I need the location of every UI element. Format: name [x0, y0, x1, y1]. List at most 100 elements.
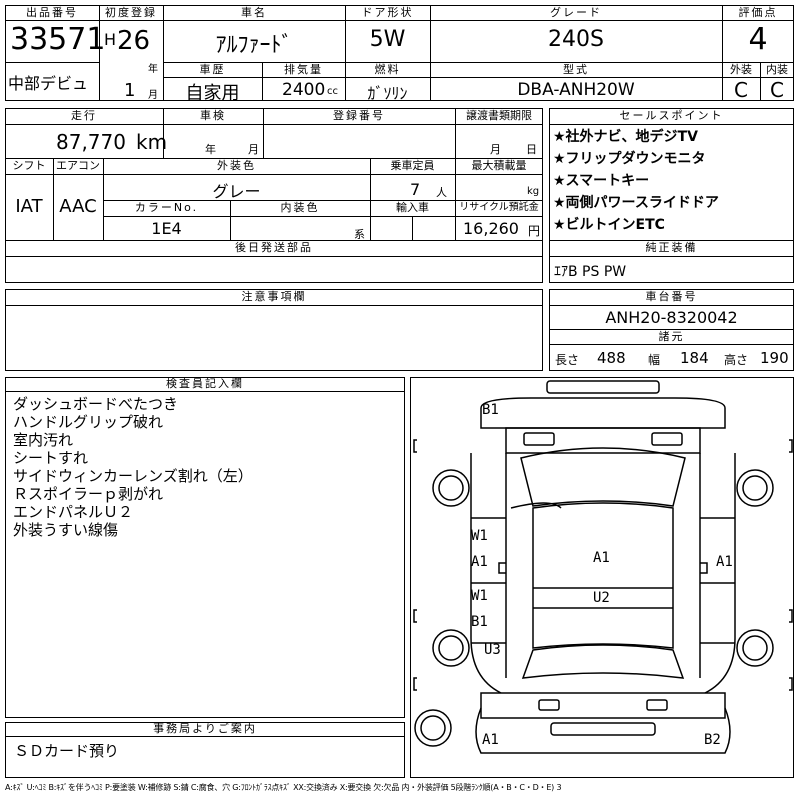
office-label: 事務局よりご案内	[153, 722, 257, 735]
max-load-unit: kg	[527, 186, 540, 197]
fuel-label: 燃料	[374, 63, 401, 76]
damage-label: U2	[593, 590, 610, 606]
inspection-month-unit: 月	[248, 143, 259, 156]
notes-label: 注意事項欄	[241, 290, 307, 303]
transfer-day-unit: 日	[526, 143, 537, 156]
recycle-label: リサイクル預託金	[459, 202, 539, 213]
inspector-note: 外装うすい線傷	[13, 521, 119, 539]
chassis-number-label: 車台番号	[645, 290, 698, 303]
inspector-note: サイドウィンカーレンズ割れ（左）	[13, 467, 253, 485]
exterior-color: グレー	[212, 182, 261, 201]
car-outline	[413, 380, 793, 754]
registration-year: 26	[117, 26, 151, 56]
model-label: 型式	[563, 63, 589, 76]
transfer-deadline-label: 譲渡書類期限	[466, 109, 532, 122]
damage-label: B2	[704, 732, 721, 748]
displacement: 2400	[282, 80, 326, 100]
spec-label: 諸元	[658, 330, 685, 343]
selling-point: ★スマートキー	[553, 173, 650, 189]
color-number: 1E4	[151, 219, 182, 238]
width-label: 幅	[648, 353, 661, 367]
recycle-unit: 円	[528, 224, 541, 238]
exterior-color-label: 外装色	[217, 159, 256, 172]
lot-number: 33571	[10, 22, 106, 57]
damage-diagram: B1 W1 A1 A1 A1 W1 U2 B1 U3 A1 B2	[410, 377, 794, 778]
ac-label: エアコン	[56, 159, 100, 172]
exterior-grade: C	[734, 78, 748, 102]
score-label: 評価点	[738, 6, 778, 19]
selling-point: ★フリップダウンモニタ	[553, 151, 706, 167]
import-label: 輸入車	[396, 201, 429, 214]
model-code: DBA-ANH20W	[517, 80, 635, 100]
registration-month: 1	[124, 80, 136, 101]
registration-number-label: 登録番号	[333, 109, 385, 122]
displacement-unit: cc	[327, 86, 338, 97]
legend: A:ｷｽﾞ U:ﾍｺﾐ B:ｷｽﾞを伴うﾍｺﾐ P:要塗装 W:補修跡 S:錆 …	[5, 783, 562, 792]
damage-label: B1	[482, 402, 499, 418]
inspector-label: 検査員記入欄	[166, 377, 244, 390]
inspector-note: ハンドルグリップ破れ	[13, 413, 164, 431]
shift-label: シフト	[12, 159, 46, 172]
inspector-note: エンドパネルＵ２	[13, 503, 134, 521]
later-parts-label: 後日発送部品	[235, 241, 313, 254]
inspector-note: 室内汚れ	[13, 431, 74, 449]
exterior-label: 外装	[730, 63, 752, 76]
era: H	[104, 30, 117, 49]
height: 190	[760, 349, 789, 367]
interior-grade: C	[770, 78, 784, 102]
length-label: 長さ	[555, 353, 580, 367]
mileage: 87,770	[56, 130, 126, 154]
selling-points-label: セールスポイント	[619, 109, 724, 122]
max-load-label: 最大積載量	[471, 159, 527, 172]
damage-label: A1	[471, 554, 488, 570]
door-type: 5W	[369, 27, 406, 52]
car-name: ｱﾙﾌｧｰﾄﾞ	[215, 33, 293, 58]
score: 4	[748, 22, 768, 57]
damage-label: U3	[484, 642, 501, 658]
selling-point: ★社外ナビ、地デジTV	[553, 129, 698, 145]
damage-label: A1	[482, 732, 499, 748]
damage-label: A1	[593, 550, 610, 566]
recycle-fee: 16,260	[463, 219, 519, 238]
inspector-note: Ｒスポイラーｐ剥がれ	[13, 485, 164, 503]
displacement-label: 排気量	[284, 63, 323, 76]
air-conditioner: AAC	[59, 196, 97, 217]
width: 184	[680, 349, 709, 367]
selling-point: ★ビルトインETC	[553, 217, 665, 233]
fuel: ｶﾞｿﾘﾝ	[367, 84, 408, 103]
history: 自家用	[185, 83, 240, 104]
inspection-label: 車検	[200, 109, 226, 122]
debut-region: 中部デビュ	[8, 74, 89, 93]
history-label: 車歴	[199, 63, 226, 76]
month-unit: 月	[148, 90, 158, 101]
capacity-label: 乗車定員	[390, 159, 435, 172]
height-label: 高さ	[724, 353, 749, 367]
car-name-label: 車名	[241, 6, 267, 19]
chassis-number: ANH20-8320042	[605, 308, 738, 327]
inspector-note: シートすれ	[13, 449, 89, 467]
transfer-month-unit: 月	[490, 143, 501, 156]
damage-label: B1	[471, 614, 488, 630]
mileage-label: 走行	[71, 109, 97, 122]
interior-label: 内装	[766, 63, 788, 76]
color-number-label: カラーNo.	[134, 201, 199, 214]
equipment-label: 純正装備	[645, 241, 698, 254]
first-registration-label: 初度登録	[105, 6, 157, 19]
mileage-unit: km	[136, 130, 168, 154]
lot-number-label: 出品番号	[26, 6, 78, 19]
capacity-unit: 人	[436, 186, 447, 199]
damage-label: W1	[471, 588, 488, 604]
selling-point: ★両側パワースライドドア	[553, 195, 719, 211]
inspector-note: ダッシュボードべたつき	[13, 395, 179, 413]
damage-label: A1	[716, 554, 733, 570]
inspection-year-unit: 年	[205, 143, 216, 156]
damage-label: W1	[471, 528, 488, 544]
length: 488	[597, 349, 626, 367]
door-label: ドア形状	[361, 6, 414, 19]
capacity: 7	[410, 180, 421, 199]
interior-color-label: 内装色	[280, 201, 320, 214]
shift: IAT	[15, 196, 43, 217]
grade-label: グレード	[550, 6, 602, 19]
equipment: ｴｱB PS PW	[554, 264, 627, 280]
year-unit: 年	[148, 64, 158, 75]
